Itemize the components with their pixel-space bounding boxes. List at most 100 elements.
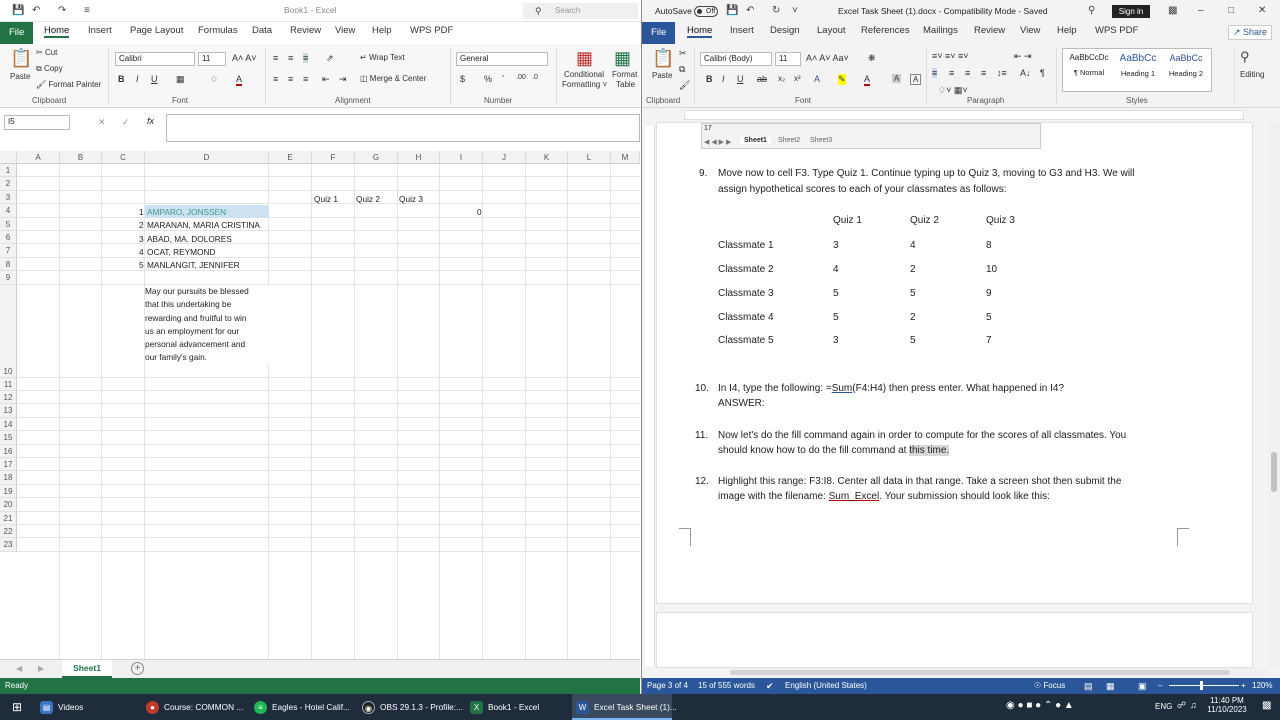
redo-icon[interactable]: ↷ xyxy=(58,4,66,18)
save-icon[interactable]: 💾 xyxy=(12,4,24,18)
tab-help[interactable]: Help xyxy=(372,25,392,36)
align-middle-icon[interactable]: ≡ xyxy=(288,53,293,63)
minimize-icon[interactable]: – xyxy=(1198,4,1204,18)
cancel-icon[interactable]: ✕ xyxy=(98,117,106,128)
insert-function-button[interactable]: fx xyxy=(147,116,154,126)
name-box[interactable]: I5 xyxy=(4,115,70,130)
format-painter-button[interactable]: 🖌 Format Painter xyxy=(36,80,101,89)
decrease-decimal-icon[interactable]: .0 xyxy=(532,74,538,81)
paste-icon[interactable]: 📋 xyxy=(652,48,674,68)
shading-icon[interactable]: ♢˅ ▦˅ xyxy=(938,85,968,96)
row-header-22[interactable]: 22 xyxy=(0,525,17,539)
format-as-table-button[interactable]: Format xyxy=(612,70,637,79)
fill-color-icon[interactable]: ♢ xyxy=(210,74,218,85)
embedded-sheet-tab[interactable]: Sheet3 xyxy=(810,137,832,144)
embedded-sheet-tab[interactable]: Sheet1 xyxy=(740,137,771,144)
customize-qat-icon[interactable]: ˅ xyxy=(792,4,798,18)
student-name[interactable]: ABAD, MA. DOLORES xyxy=(147,234,232,244)
web-layout-icon[interactable]: ▣ xyxy=(1138,678,1147,694)
align-center-icon[interactable]: ≡ xyxy=(949,68,954,78)
excel-search-box[interactable]: ⚲ Search xyxy=(523,3,638,19)
cut-icon[interactable]: ✂ xyxy=(679,48,687,59)
paste-icon[interactable]: 📋 xyxy=(10,48,32,68)
row-header-1[interactable]: 1 xyxy=(0,164,17,178)
column-header-j[interactable]: J xyxy=(483,151,526,164)
tab-data[interactable]: Data xyxy=(252,25,272,36)
bold-icon[interactable]: B xyxy=(118,74,125,84)
quiz2-header[interactable]: Quiz 2 xyxy=(356,194,380,204)
page-count[interactable]: Page 3 of 4 xyxy=(647,678,688,694)
row-header-7[interactable]: 7 xyxy=(0,244,17,258)
tab-wps-pdf[interactable]: WPS PDF xyxy=(1095,25,1138,36)
redo-icon[interactable]: ↻ xyxy=(772,4,780,18)
sheet-tab-sheet1[interactable]: Sheet1 xyxy=(62,660,112,678)
font-size-dropdown[interactable]: 11 xyxy=(198,52,226,66)
tab-home[interactable]: Home xyxy=(44,25,70,38)
italic-icon[interactable]: I xyxy=(136,74,139,84)
clock[interactable]: 11:40 PM 11/10/2023 xyxy=(1203,696,1251,714)
justify-icon[interactable]: ≡ xyxy=(981,68,986,78)
zoom-in-icon[interactable]: + xyxy=(1241,678,1246,694)
horizontal-ruler[interactable] xyxy=(684,110,1244,120)
horizontal-scrollbar[interactable] xyxy=(730,668,1268,677)
tab-view[interactable]: View xyxy=(335,25,355,36)
focus-mode[interactable]: ☉ Focus xyxy=(1034,678,1065,694)
bold-icon[interactable]: B xyxy=(706,74,713,84)
paste-button[interactable]: Paste xyxy=(10,72,30,81)
student-number[interactable]: 5 xyxy=(139,260,144,270)
read-mode-icon[interactable]: ▤ xyxy=(1084,678,1093,694)
student-name[interactable]: MANLANGIT, JENNIFER xyxy=(147,260,240,270)
font-name-dropdown[interactable]: Calibri (Body) xyxy=(700,52,772,66)
row-header-21[interactable]: 21 xyxy=(0,511,17,525)
row-header-5[interactable]: 5 xyxy=(0,217,17,231)
column-header-e[interactable]: E xyxy=(269,151,312,164)
embedded-excel-object[interactable]: 17 ◀ ◀ ▶ ▶ Sheet1 Sheet2 Sheet3 xyxy=(701,123,1041,149)
taskbar-item-videos[interactable]: ▤ Videos xyxy=(40,694,83,720)
text-effects-icon[interactable]: A xyxy=(814,74,820,84)
tab-help[interactable]: Help xyxy=(1057,25,1077,36)
sign-in-button[interactable]: Sign in xyxy=(1112,5,1150,18)
windows-start-icon[interactable]: ⊞ xyxy=(12,700,22,714)
column-header-m[interactable]: M xyxy=(611,151,640,164)
row-header-17[interactable]: 17 xyxy=(0,458,17,472)
tab-mailings[interactable]: Mailings xyxy=(923,25,958,36)
align-top-icon[interactable]: ≡ xyxy=(273,53,278,63)
subscript-icon[interactable]: x₂ xyxy=(778,74,785,83)
style-normal[interactable]: AaBbCcDc ¶ Normal xyxy=(1067,53,1111,77)
autosave-toggle[interactable]: Off xyxy=(694,6,718,17)
strikethrough-icon[interactable]: ab xyxy=(757,74,767,84)
word-count[interactable]: 15 of 555 words xyxy=(698,678,755,694)
taskbar-item-excel[interactable]: X Book1 - Excel xyxy=(470,694,539,720)
tab-review[interactable]: Review xyxy=(290,25,321,36)
align-left-icon[interactable]: ≡ xyxy=(273,74,278,84)
language[interactable]: English (United States) xyxy=(785,678,867,694)
style-heading-1[interactable]: AaBbCc Heading 1 xyxy=(1115,53,1161,78)
add-sheet-icon[interactable]: + xyxy=(131,662,144,675)
zoom-slider-thumb[interactable] xyxy=(1200,681,1203,690)
note-cell[interactable]: May our pursuits be blessed that this un… xyxy=(145,285,269,365)
row-header-12[interactable]: 12 xyxy=(0,391,17,405)
row-header-18[interactable]: 18 xyxy=(0,471,17,485)
next-page[interactable] xyxy=(656,612,1253,668)
wrap-text-button[interactable]: ↵ Wrap Text xyxy=(360,53,405,62)
align-center-icon[interactable]: ≡ xyxy=(288,74,293,84)
scroll-left-icon[interactable]: ◀ xyxy=(16,664,22,673)
tab-references[interactable]: References xyxy=(861,25,910,36)
highlight-icon[interactable]: ✎ xyxy=(838,74,846,85)
char-border-icon[interactable]: A xyxy=(910,74,922,85)
scroll-thumb[interactable] xyxy=(1271,452,1277,492)
zoom-out-icon[interactable]: – xyxy=(1158,678,1162,694)
tab-review[interactable]: Review xyxy=(974,25,1005,36)
number-format-dropdown[interactable]: General xyxy=(456,52,548,66)
ribbon-display-icon[interactable]: ▩ xyxy=(1168,4,1177,18)
quiz3-header[interactable]: Quiz 3 xyxy=(399,194,423,204)
taskbar-item-spotify[interactable]: ≡ Eagles - Hotel Calif... xyxy=(254,694,350,720)
scroll-thumb[interactable] xyxy=(730,670,1230,675)
row-header-20[interactable]: 20 xyxy=(0,498,17,512)
row-header-8[interactable]: 8 xyxy=(0,257,17,272)
column-header-g[interactable]: G xyxy=(355,151,398,164)
row-header-13[interactable]: 13 xyxy=(0,404,17,418)
tab-home[interactable]: Home xyxy=(687,25,713,38)
align-right-icon[interactable]: ≡ xyxy=(965,68,970,78)
proofing-icon[interactable]: ✔ xyxy=(766,678,774,694)
